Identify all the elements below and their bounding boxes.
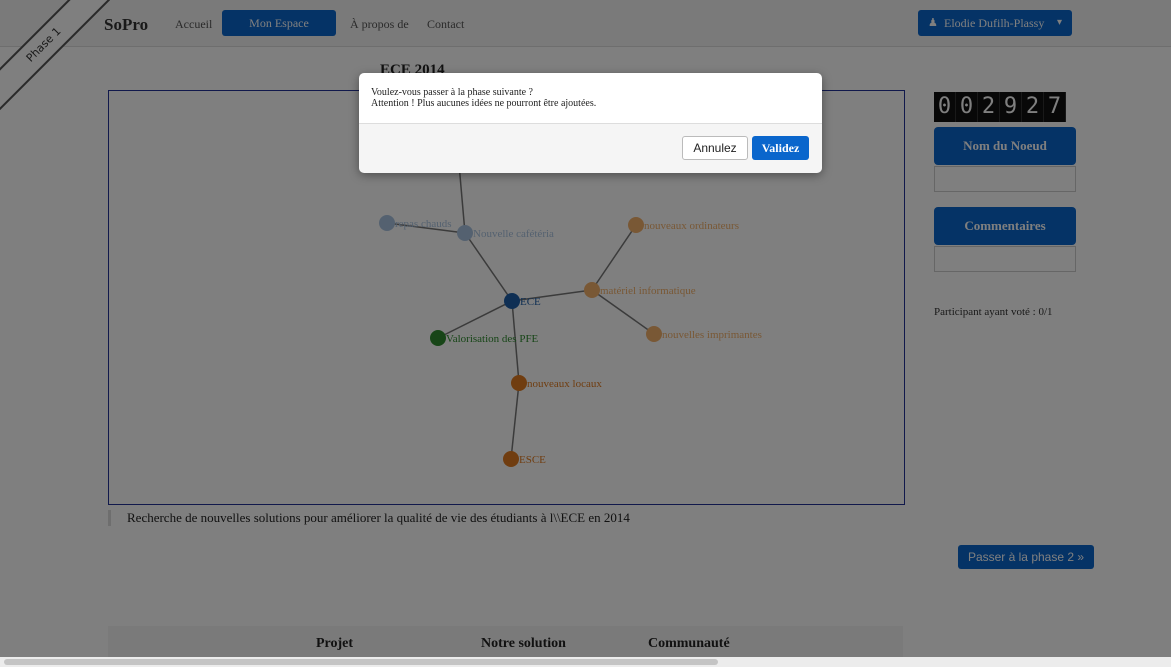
dialog-footer: Annulez Validez [359,123,822,173]
horizontal-scrollbar[interactable] [0,657,1171,667]
dialog-warning: Attention ! Plus aucunes idées ne pourro… [371,98,597,109]
cancel-button[interactable]: Annulez [682,136,748,160]
dialog-body: Voulez-vous passer à la phase suivante ?… [371,87,596,109]
dialog-question: Voulez-vous passer à la phase suivante ? [371,87,533,98]
validate-button[interactable]: Validez [752,136,809,160]
scrollbar-thumb[interactable] [4,659,718,665]
confirm-dialog: Voulez-vous passer à la phase suivante ?… [359,73,822,173]
